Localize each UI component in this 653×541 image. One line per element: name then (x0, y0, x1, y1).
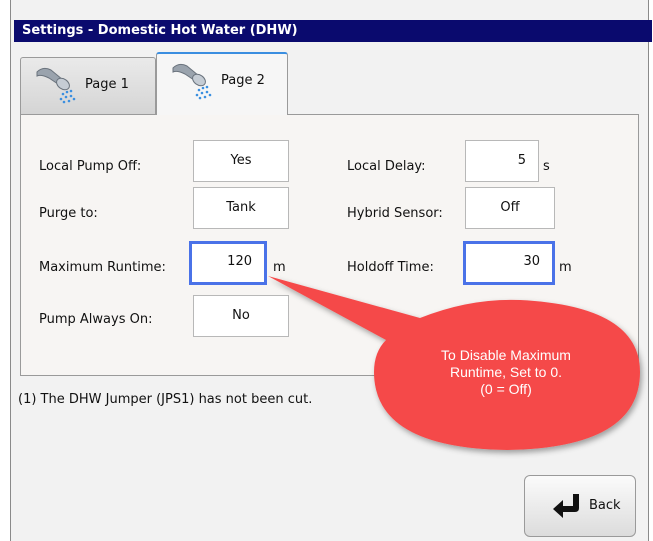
callout-text: To Disable Maximum Runtime, Set to 0. (0… (441, 347, 571, 397)
back-button-label: Back (589, 498, 621, 513)
local-delay-field[interactable]: 5 (465, 140, 539, 182)
tab-page-1[interactable]: Page 1 (20, 57, 156, 115)
holdoff-time-label: Holdoff Time: (347, 260, 434, 275)
maximum-runtime-field[interactable]: 120 (189, 241, 267, 285)
purge-to-field[interactable]: Tank (193, 187, 289, 229)
shower-icon (172, 63, 212, 100)
maximum-runtime-label: Maximum Runtime: (39, 260, 166, 275)
local-pump-off-label: Local Pump Off: (39, 159, 142, 174)
jumper-note: (1) The DHW Jumper (JPS1) has not been c… (18, 392, 313, 407)
tab-page-2[interactable]: Page 2 (156, 52, 288, 115)
shower-icon (36, 67, 76, 104)
window-title: Settings - Domestic Hot Water (DHW) (14, 20, 652, 42)
back-arrow-icon (553, 494, 579, 518)
pump-always-on-label: Pump Always On: (39, 312, 153, 327)
local-pump-off-field[interactable]: Yes (193, 140, 289, 182)
holdoff-time-unit: m (559, 260, 572, 275)
tab-label: Page 1 (85, 77, 129, 92)
settings-panel: Local Pump Off: Yes Purge to: Tank Maxim… (20, 114, 639, 376)
hybrid-sensor-field[interactable]: Off (465, 187, 555, 229)
tab-label: Page 2 (221, 73, 265, 88)
local-delay-label: Local Delay: (347, 159, 426, 174)
holdoff-time-field[interactable]: 30 (463, 241, 555, 285)
local-delay-unit: s (543, 159, 550, 174)
purge-to-label: Purge to: (39, 206, 98, 221)
pump-always-on-field[interactable]: No (193, 295, 289, 337)
hybrid-sensor-label: Hybrid Sensor: (347, 206, 443, 221)
back-button[interactable]: Back (524, 475, 636, 537)
maximum-runtime-unit: m (273, 260, 286, 275)
